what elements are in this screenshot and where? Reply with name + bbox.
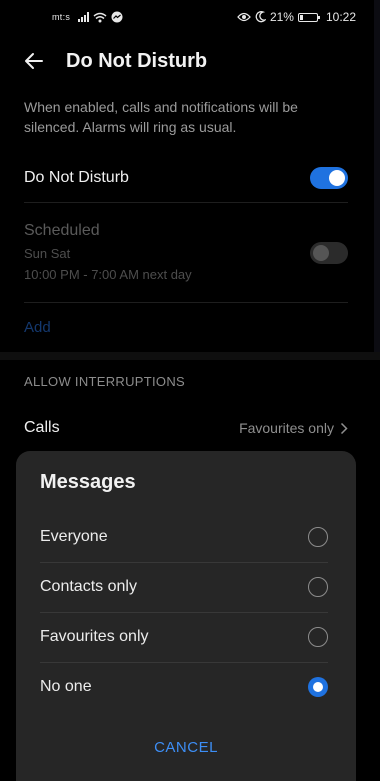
arrow-left-icon[interactable] xyxy=(22,49,46,73)
chevron-right-icon xyxy=(340,422,348,434)
dnd-description: When enabled, calls and notifications wi… xyxy=(24,99,298,135)
calls-row[interactable]: Calls Favourites only xyxy=(24,416,348,440)
app-bar: Do Not Disturb xyxy=(0,40,380,82)
messenger-icon xyxy=(111,11,123,23)
section-header: ALLOW INTERRUPTIONS xyxy=(24,374,185,389)
option-label: Favourites only xyxy=(40,628,149,645)
option-label: Contacts only xyxy=(40,578,137,595)
option-no-one[interactable]: No one xyxy=(40,662,328,712)
radio-button[interactable] xyxy=(308,527,328,547)
scroll-edge xyxy=(374,0,380,352)
scheduled-row[interactable]: Scheduled Sun Sat 10:00 PM - 7:00 AM nex… xyxy=(24,222,348,292)
moon-icon xyxy=(255,11,266,23)
calls-label: Calls xyxy=(24,419,60,436)
battery-level xyxy=(299,14,304,20)
dnd-toggle-row[interactable]: Do Not Disturb xyxy=(24,155,348,201)
dnd-toggle-switch[interactable] xyxy=(310,167,348,189)
section-gap xyxy=(0,352,380,360)
calls-value: Favourites only xyxy=(239,420,334,436)
status-left: mt:s xyxy=(52,11,123,23)
cancel-button[interactable]: CANCEL xyxy=(16,739,356,756)
wifi-icon xyxy=(93,12,107,22)
switch-knob xyxy=(313,245,329,261)
option-label: No one xyxy=(40,678,92,695)
scheduled-days: Sun Sat xyxy=(24,246,71,261)
page-title: Do Not Disturb xyxy=(66,49,208,72)
dnd-toggle-label: Do Not Disturb xyxy=(24,169,129,186)
calls-value-group: Favourites only xyxy=(239,420,348,436)
add-schedule-button[interactable]: Add xyxy=(24,319,51,336)
option-favourites-only[interactable]: Favourites only xyxy=(40,612,328,662)
radio-button[interactable] xyxy=(308,577,328,597)
option-label: Everyone xyxy=(40,528,108,545)
radio-button[interactable] xyxy=(308,627,328,647)
radio-button-selected[interactable] xyxy=(308,677,328,697)
carrier-label: mt:s xyxy=(52,12,71,22)
eye-icon xyxy=(237,12,251,22)
option-contacts-only[interactable]: Contacts only xyxy=(40,562,328,612)
battery-icon xyxy=(297,12,320,22)
scheduled-time: 10:00 PM - 7:00 AM next day xyxy=(24,267,192,282)
sheet-title: Messages xyxy=(40,471,136,493)
signal-icon xyxy=(78,12,90,22)
clock: 10:22 xyxy=(325,10,356,24)
messages-bottom-sheet: Messages Everyone Contacts only Favourit… xyxy=(16,451,356,781)
scheduled-switch[interactable] xyxy=(310,242,348,264)
switch-knob xyxy=(329,170,345,186)
scheduled-title: Scheduled xyxy=(24,222,100,239)
divider xyxy=(24,202,348,203)
battery-percent: 21% xyxy=(269,10,294,24)
option-everyone[interactable]: Everyone xyxy=(40,512,328,562)
divider xyxy=(24,302,348,303)
status-right: 21% 10:22 xyxy=(237,10,356,24)
status-bar: mt:s 21% 10:22 xyxy=(0,0,380,34)
